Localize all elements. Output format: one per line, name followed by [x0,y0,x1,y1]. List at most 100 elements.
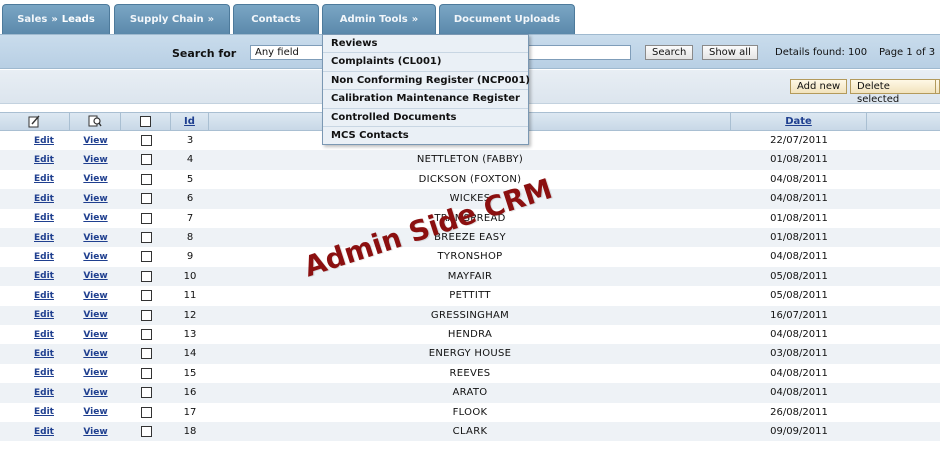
tab-document-uploads-label: Document Uploads [453,14,561,25]
select-cell [121,364,171,383]
row-date: 04/08/2011 [770,367,828,379]
view-link[interactable]: View [83,407,107,417]
tab-admin-tools[interactable]: Admin Tools » [322,4,436,34]
select-cell [121,247,171,266]
view-link[interactable]: View [83,388,107,398]
row-id: 6 [186,193,194,205]
edit-link[interactable]: Edit [34,349,54,359]
search-button[interactable]: Search [645,45,694,60]
view-link[interactable]: View [83,271,107,281]
name-cell: DICKSON (FOXTON) [209,170,731,189]
select-cell [121,189,171,208]
table-row: Edit View 14 ENERGY HOUSE 03/08/2011 [0,344,940,364]
view-link[interactable]: View [83,349,107,359]
select-cell [121,228,171,247]
row-checkbox[interactable] [140,309,152,321]
edit-link[interactable]: Edit [34,271,54,281]
view-link[interactable]: View [83,330,107,340]
view-link[interactable]: View [83,174,107,184]
view-link[interactable]: View [83,252,107,262]
edit-link[interactable]: Edit [34,407,54,417]
row-checkbox[interactable] [140,135,152,146]
view-cell: View [70,286,121,305]
edit-link[interactable]: Edit [34,136,54,146]
search-field-select[interactable]: Any field [250,45,324,60]
select-all-checkbox[interactable] [140,116,151,127]
edit-link[interactable]: Edit [34,388,54,398]
edit-link[interactable]: Edit [34,194,54,204]
dropdown-item[interactable]: Non Conforming Register (NCP001) [323,72,530,91]
edit-link[interactable]: Edit [34,427,54,437]
view-link[interactable]: View [83,368,107,378]
table-row: Edit View 11 PETTITT 05/08/2011 [0,286,940,305]
row-checkbox[interactable] [140,426,152,437]
view-link[interactable]: View [83,155,107,165]
date-cell: 22/07/2011 [731,131,867,150]
show-all-button[interactable]: Show all [702,45,758,60]
row-checkbox[interactable] [140,387,152,399]
tab-supply-chain[interactable]: Supply Chain » [114,4,230,34]
view-link[interactable]: View [83,136,107,146]
name-cell: CLARK [209,422,731,441]
id-cell: 8 [171,228,209,247]
dropdown-item[interactable]: Controlled Documents [323,109,528,127]
edit-link[interactable]: Edit [34,368,54,378]
row-name: HENDRA [447,329,493,340]
row-date: 03/08/2011 [770,348,828,360]
select-cell [121,422,171,441]
edit-link[interactable]: Edit [34,155,54,165]
row-id: 14 [183,348,197,360]
row-checkbox[interactable] [140,270,152,282]
edit-link[interactable]: Edit [34,252,54,262]
table-row: Edit View 10 MAYFAIR 05/08/2011 [0,266,940,287]
row-checkbox[interactable] [140,367,152,379]
date-cell: 04/08/2011 [731,170,867,189]
edit-link[interactable]: Edit [34,291,54,301]
row-checkbox[interactable] [140,193,152,205]
tab-contacts[interactable]: Contacts [233,4,319,34]
view-link[interactable]: View [83,194,107,204]
dropdown-item[interactable]: MCS Contacts [323,127,528,145]
row-checkbox[interactable] [140,290,152,302]
date-sort-link[interactable]: Date [785,116,812,127]
tab-document-uploads[interactable]: Document Uploads [439,4,575,34]
edit-link[interactable]: Edit [34,233,54,243]
table-row: Edit View 18 CLARK 09/09/2011 [0,422,940,442]
dropdown-item[interactable]: Calibration Maintenance Register [323,90,528,109]
view-cell: View [70,403,121,422]
row-checkbox[interactable] [140,329,152,340]
more-button-edge[interactable] [935,79,940,94]
edit-link[interactable]: Edit [34,174,54,184]
view-link[interactable]: View [83,310,107,320]
id-cell: 9 [171,247,209,266]
dropdown-item[interactable]: Reviews [323,35,528,54]
row-checkbox[interactable] [140,251,152,263]
delete-selected-button[interactable]: Delete selected [850,79,940,105]
row-name: ARATO [452,387,488,399]
row-checkbox[interactable] [140,406,152,418]
date-cell: 04/08/2011 [731,383,867,402]
edit-link[interactable]: Edit [34,213,54,223]
row-checkbox[interactable] [140,232,152,243]
date-cell: 04/08/2011 [731,247,867,266]
view-link[interactable]: View [83,291,107,301]
dropdown-item[interactable]: Complaints (CL001) [323,53,528,72]
row-name: REEVES [449,367,491,379]
add-new-button[interactable]: Add new [790,79,848,94]
view-link[interactable]: View [83,213,107,223]
id-sort-link[interactable]: Id [184,116,195,127]
view-link[interactable]: View [83,233,107,243]
id-cell: 4 [171,150,209,169]
page-indicator: Page 1 of 3 [879,47,936,58]
row-checkbox[interactable] [140,212,152,224]
edit-link[interactable]: Edit [34,330,54,340]
row-checkbox[interactable] [140,154,152,166]
view-link[interactable]: View [83,427,107,437]
tab-sales-leads[interactable]: Sales » Leads [2,4,110,34]
row-checkbox[interactable] [140,348,152,360]
row-checkbox[interactable] [140,173,152,185]
row-id: 17 [183,406,197,418]
tab-sales-label: Sales [17,14,48,25]
edit-link[interactable]: Edit [34,310,54,320]
search-input[interactable] [526,45,631,60]
